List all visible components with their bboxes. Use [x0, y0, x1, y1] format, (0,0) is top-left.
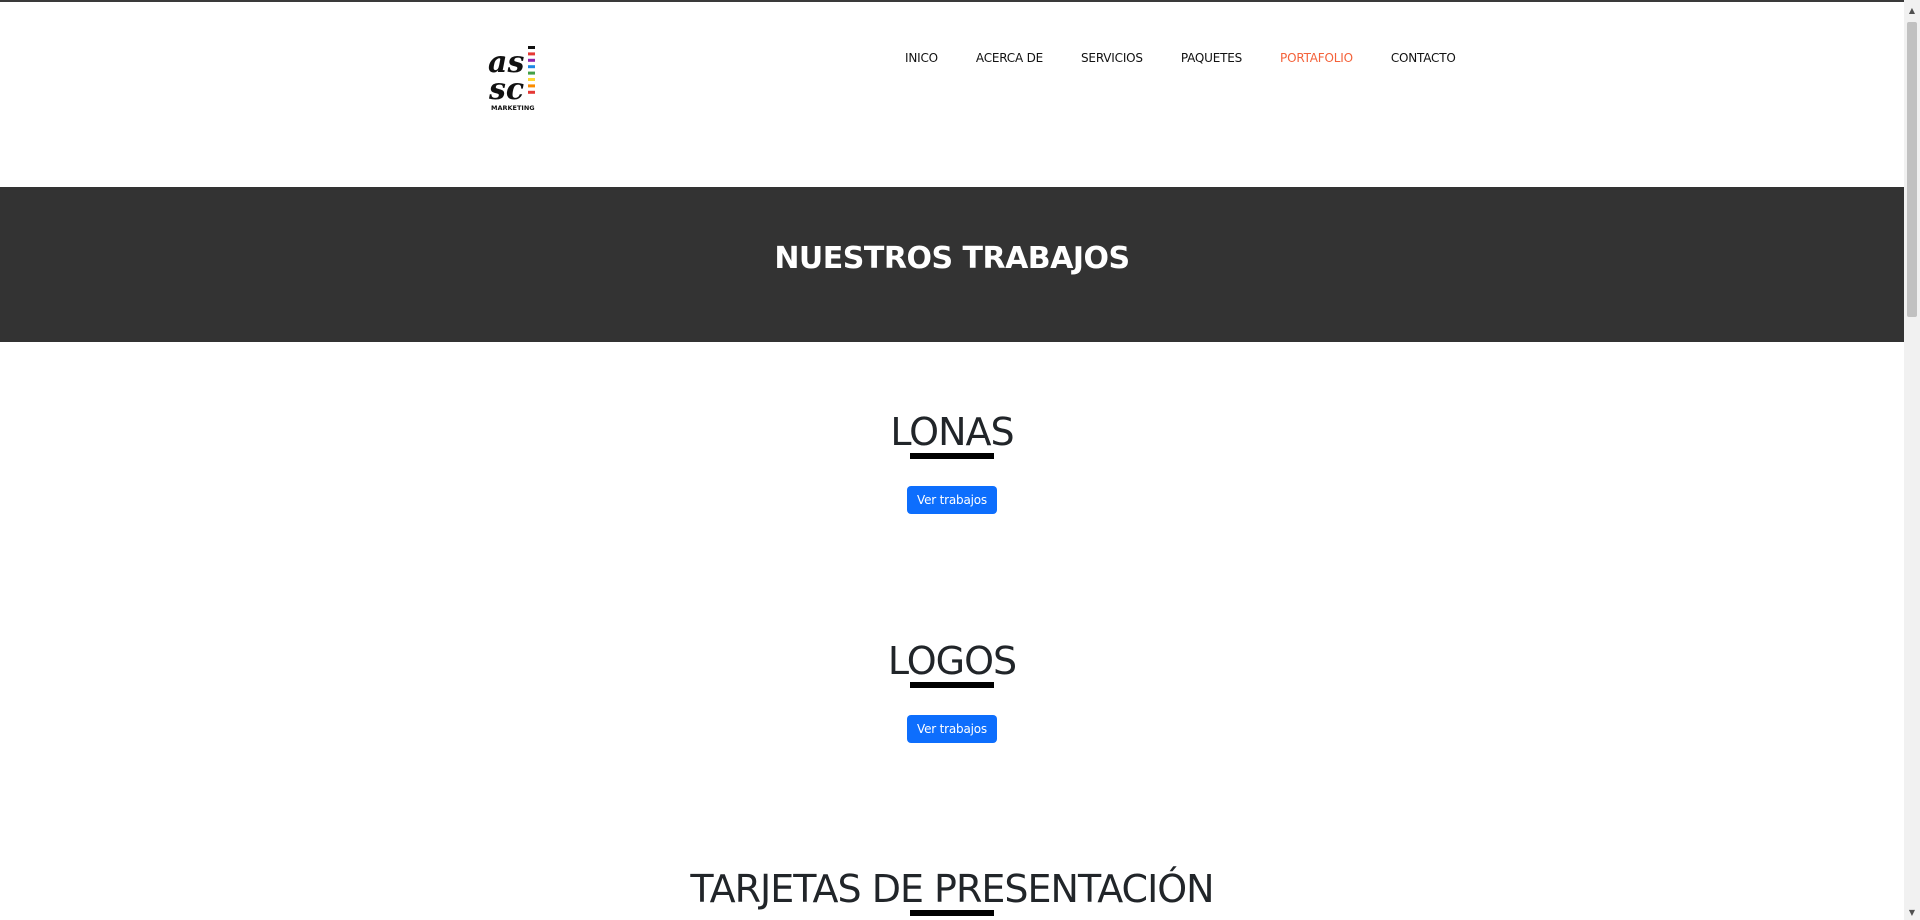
scroll-up-arrow-icon[interactable]: ▲: [1904, 2, 1920, 18]
site-header: as sc MARKETING INICO ACERCA DE SERVICIO…: [0, 2, 1904, 187]
portfolio-section-logos: LOGOS Ver trabajos: [0, 642, 1904, 743]
section-title: LOGOS: [887, 639, 1017, 683]
page-banner: NUESTROS TRABAJOS: [0, 187, 1904, 342]
logo-mark-bottom: sc: [488, 72, 524, 107]
nav-item-contacto[interactable]: CONTACTO: [1391, 51, 1456, 65]
portfolio-section-lonas: LONAS Ver trabajos: [0, 413, 1904, 514]
section-title: LONAS: [890, 410, 1014, 454]
nav-item-portafolio[interactable]: PORTAFOLIO: [1280, 51, 1353, 65]
scrollbar-thumb[interactable]: [1907, 22, 1917, 317]
page-scrollbar[interactable]: ▲ ▼: [1904, 0, 1920, 920]
logo-stripe: [528, 65, 535, 69]
logo-stripe: [528, 84, 535, 88]
logo-subtext: MARKETING: [491, 104, 535, 112]
logo-stripe: [528, 58, 535, 62]
logo-stripe: [528, 52, 535, 56]
logo-stripe: [528, 78, 535, 81]
scroll-down-arrow-icon[interactable]: ▼: [1904, 904, 1920, 920]
banner-title: NUESTROS TRABAJOS: [774, 241, 1130, 276]
brand-logo[interactable]: as sc MARKETING: [488, 44, 540, 112]
view-work-button-logos[interactable]: Ver trabajos: [907, 715, 997, 743]
main-nav: INICO ACERCA DE SERVICIOS PAQUETES PORTA…: [905, 51, 1456, 65]
section-title: TARJETAS DE PRESENTACIÓN: [690, 867, 1214, 911]
nav-item-acerca-de[interactable]: ACERCA DE: [976, 51, 1043, 65]
nav-item-inicio[interactable]: INICO: [905, 51, 938, 65]
nav-item-paquetes[interactable]: PAQUETES: [1181, 51, 1242, 65]
nav-item-servicios[interactable]: SERVICIOS: [1081, 51, 1143, 65]
page-viewport: as sc MARKETING INICO ACERCA DE SERVICIO…: [0, 0, 1904, 920]
view-work-button-lonas[interactable]: Ver trabajos: [907, 486, 997, 514]
brand-logo-graphic: as sc MARKETING: [488, 45, 535, 112]
logo-stripe: [528, 46, 535, 49]
portfolio-section-tarjetas: TARJETAS DE PRESENTACIÓN: [0, 870, 1904, 916]
logo-stripe: [528, 90, 535, 94]
logo-stripe: [528, 71, 535, 75]
